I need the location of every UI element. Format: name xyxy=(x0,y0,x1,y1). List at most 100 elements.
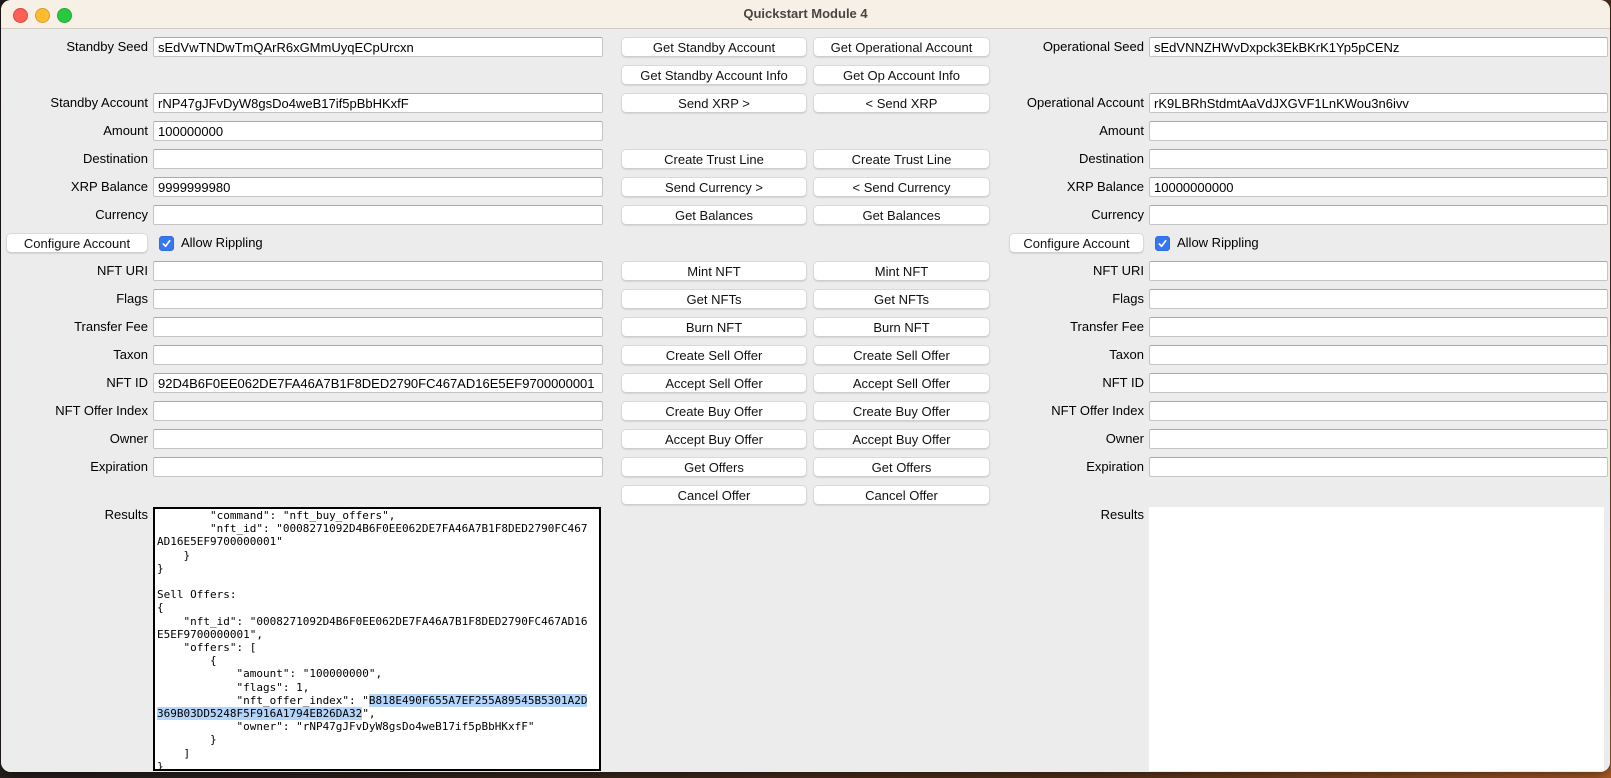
standby-flags-input[interactable] xyxy=(153,289,603,309)
standby-nft-uri-input[interactable] xyxy=(153,261,603,281)
operational-currency-input[interactable] xyxy=(1149,205,1608,225)
standby-xrp-balance-input[interactable] xyxy=(153,177,603,197)
operational-nft-id-input[interactable] xyxy=(1149,373,1608,393)
standby-get-nfts-button[interactable]: Get NFTs xyxy=(621,289,807,309)
window-titlebar[interactable]: Quickstart Module 4 xyxy=(1,0,1610,29)
standby-xrp-balance-label: XRP Balance xyxy=(1,177,148,197)
operational-accept-buy-offer-button[interactable]: Accept Buy Offer xyxy=(813,429,990,449)
operational-create-buy-offer-button[interactable]: Create Buy Offer xyxy=(813,401,990,421)
operational-nft-uri-label: NFT URI xyxy=(990,261,1144,281)
standby-buttons-column: Get Standby Account Get Standby Account … xyxy=(621,37,807,505)
operational-allow-rippling-label: Allow Rippling xyxy=(1177,233,1259,253)
get-op-account-info-button[interactable]: Get Op Account Info xyxy=(813,65,990,85)
standby-nft-offer-index-input[interactable] xyxy=(153,401,603,421)
operational-get-nfts-button[interactable]: Get NFTs xyxy=(813,289,990,309)
standby-destination-input[interactable] xyxy=(153,149,603,169)
standby-create-trust-line-button[interactable]: Create Trust Line xyxy=(621,149,807,169)
operational-seed-input[interactable] xyxy=(1149,37,1608,57)
send-xrp-right-button[interactable]: Send XRP > xyxy=(621,93,807,113)
standby-get-balances-button[interactable]: Get Balances xyxy=(621,205,807,225)
spacer xyxy=(1149,485,1608,505)
standby-amount-input[interactable] xyxy=(153,121,603,141)
operational-labels-column: Operational Seed Operational Account Amo… xyxy=(990,37,1144,505)
send-currency-right-button[interactable]: Send Currency > xyxy=(621,177,807,197)
operational-nft-offer-index-input[interactable] xyxy=(1149,401,1608,421)
operational-create-trust-line-button[interactable]: Create Trust Line xyxy=(813,149,990,169)
standby-seed-input[interactable] xyxy=(153,37,603,57)
operational-create-sell-offer-button[interactable]: Create Sell Offer xyxy=(813,345,990,365)
send-xrp-left-button[interactable]: < Send XRP xyxy=(813,93,990,113)
operational-cancel-offer-button[interactable]: Cancel Offer xyxy=(813,485,990,505)
operational-expiration-label: Expiration xyxy=(990,457,1144,477)
operational-account-label: Operational Account xyxy=(990,93,1144,113)
operational-amount-input[interactable] xyxy=(1149,121,1608,141)
spacer xyxy=(813,233,990,253)
operational-mint-nft-button[interactable]: Mint NFT xyxy=(813,261,990,281)
send-currency-left-button[interactable]: < Send Currency xyxy=(813,177,990,197)
standby-nft-id-label: NFT ID xyxy=(1,373,148,393)
operational-inputs-column: Allow Rippling xyxy=(1149,37,1608,505)
standby-cancel-offer-button[interactable]: Cancel Offer xyxy=(621,485,807,505)
get-standby-account-button[interactable]: Get Standby Account xyxy=(621,37,807,57)
operational-destination-input[interactable] xyxy=(1149,149,1608,169)
standby-inputs-column: Allow Rippling xyxy=(153,37,603,505)
operational-transfer-fee-input[interactable] xyxy=(1149,317,1608,337)
spacer xyxy=(1149,65,1608,85)
operational-burn-nft-button[interactable]: Burn NFT xyxy=(813,317,990,337)
standby-accept-sell-offer-button[interactable]: Accept Sell Offer xyxy=(621,373,807,393)
operational-get-offers-button[interactable]: Get Offers xyxy=(813,457,990,477)
operational-xrp-balance-label: XRP Balance xyxy=(990,177,1144,197)
operational-buttons-column: Get Operational Account Get Op Account I… xyxy=(813,37,990,505)
operational-taxon-input[interactable] xyxy=(1149,345,1608,365)
standby-configure-account-button[interactable]: Configure Account xyxy=(6,233,148,253)
spacer xyxy=(621,121,807,141)
operational-allow-rippling-checkbox[interactable] xyxy=(1155,236,1170,251)
get-standby-account-info-button[interactable]: Get Standby Account Info xyxy=(621,65,807,85)
standby-results-label: Results xyxy=(1,507,148,522)
standby-transfer-fee-input[interactable] xyxy=(153,317,603,337)
spacer xyxy=(621,233,807,253)
operational-owner-input[interactable] xyxy=(1149,429,1608,449)
standby-accept-buy-offer-button[interactable]: Accept Buy Offer xyxy=(621,429,807,449)
operational-accept-sell-offer-button[interactable]: Accept Sell Offer xyxy=(813,373,990,393)
operational-account-input[interactable] xyxy=(1149,93,1608,113)
standby-create-buy-offer-button[interactable]: Create Buy Offer xyxy=(621,401,807,421)
standby-nft-id-input[interactable] xyxy=(153,373,603,393)
spacer xyxy=(990,65,1144,85)
standby-burn-nft-button[interactable]: Burn NFT xyxy=(621,317,807,337)
operational-seed-label: Operational Seed xyxy=(990,37,1144,57)
standby-results-text: "command": "nft_buy_offers", "nft_id": "… xyxy=(155,509,599,771)
operational-results-label: Results xyxy=(990,507,1144,522)
standby-taxon-label: Taxon xyxy=(1,345,148,365)
standby-mint-nft-button[interactable]: Mint NFT xyxy=(621,261,807,281)
standby-account-input[interactable] xyxy=(153,93,603,113)
operational-nft-uri-input[interactable] xyxy=(1149,261,1608,281)
operational-flags-input[interactable] xyxy=(1149,289,1608,309)
operational-owner-label: Owner xyxy=(990,429,1144,449)
operational-xrp-balance-input[interactable] xyxy=(1149,177,1608,197)
operational-results-box[interactable] xyxy=(1149,507,1604,771)
operational-nft-id-label: NFT ID xyxy=(990,373,1144,393)
standby-labels-column: Standby Seed Standby Account Amount Dest… xyxy=(1,37,148,505)
standby-taxon-input[interactable] xyxy=(153,345,603,365)
standby-create-sell-offer-button[interactable]: Create Sell Offer xyxy=(621,345,807,365)
app-window: Quickstart Module 4 Standby Seed Standby… xyxy=(1,0,1610,772)
standby-currency-label: Currency xyxy=(1,205,148,225)
operational-configure-account-button[interactable]: Configure Account xyxy=(1009,233,1144,253)
get-operational-account-button[interactable]: Get Operational Account xyxy=(813,37,990,57)
standby-expiration-input[interactable] xyxy=(153,457,603,477)
standby-allow-rippling-label: Allow Rippling xyxy=(181,233,263,253)
checkmark-icon xyxy=(161,238,172,249)
operational-expiration-input[interactable] xyxy=(1149,457,1608,477)
standby-owner-input[interactable] xyxy=(153,429,603,449)
standby-currency-input[interactable] xyxy=(153,205,603,225)
spacer xyxy=(153,65,603,85)
window-title: Quickstart Module 4 xyxy=(1,0,1610,28)
standby-get-offers-button[interactable]: Get Offers xyxy=(621,457,807,477)
standby-results-box[interactable]: "command": "nft_buy_offers", "nft_id": "… xyxy=(153,507,601,771)
standby-expiration-label: Expiration xyxy=(1,457,148,477)
operational-get-balances-button[interactable]: Get Balances xyxy=(813,205,990,225)
standby-owner-label: Owner xyxy=(1,429,148,449)
standby-transfer-fee-label: Transfer Fee xyxy=(1,317,148,337)
standby-allow-rippling-checkbox[interactable] xyxy=(159,236,174,251)
